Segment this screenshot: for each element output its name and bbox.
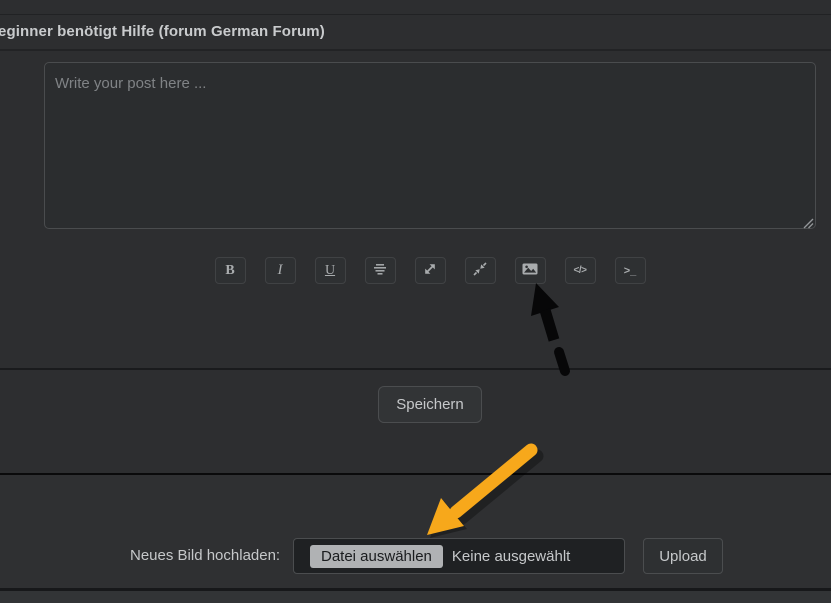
- insert-image-button[interactable]: [515, 257, 546, 284]
- divider-header: [0, 49, 831, 51]
- choose-file-button[interactable]: Datei auswählen: [310, 545, 443, 568]
- upload-label: Neues Bild hochladen:: [130, 538, 280, 574]
- align-center-button[interactable]: [365, 257, 396, 284]
- file-input[interactable]: Datei auswählen Keine ausgewählt: [293, 538, 625, 574]
- post-editor-page: eginner benötigt Hilfe (forum German For…: [0, 0, 831, 603]
- black-annotation-arrow: [531, 283, 565, 371]
- page-title: eginner benötigt Hilfe (forum German For…: [0, 15, 325, 49]
- expand-button[interactable]: [415, 257, 446, 284]
- upload-button[interactable]: Upload: [643, 538, 723, 574]
- align-center-icon: [371, 260, 389, 281]
- terminal-button[interactable]: >_: [615, 257, 646, 284]
- italic-button[interactable]: I: [265, 257, 296, 284]
- image-icon: [521, 261, 539, 280]
- bold-icon: B: [225, 263, 234, 279]
- format-toolbar: B I U: [44, 257, 816, 284]
- underline-icon: U: [325, 263, 335, 279]
- code-icon: </>: [574, 265, 587, 276]
- bold-button[interactable]: B: [215, 257, 246, 284]
- italic-icon: I: [278, 262, 283, 279]
- post-body-input[interactable]: [44, 62, 816, 229]
- expand-icon: [421, 260, 439, 281]
- bottom-strip: [0, 591, 831, 603]
- file-status-text: Keine ausgewählt: [452, 548, 570, 565]
- code-button[interactable]: </>: [565, 257, 596, 284]
- save-button[interactable]: Speichern: [378, 386, 482, 423]
- underline-button[interactable]: U: [315, 257, 346, 284]
- textarea-resize-handle[interactable]: [803, 216, 814, 227]
- compress-button[interactable]: [465, 257, 496, 284]
- divider-save-section: [0, 368, 831, 370]
- compress-icon: [471, 260, 489, 281]
- terminal-icon: >_: [624, 265, 637, 277]
